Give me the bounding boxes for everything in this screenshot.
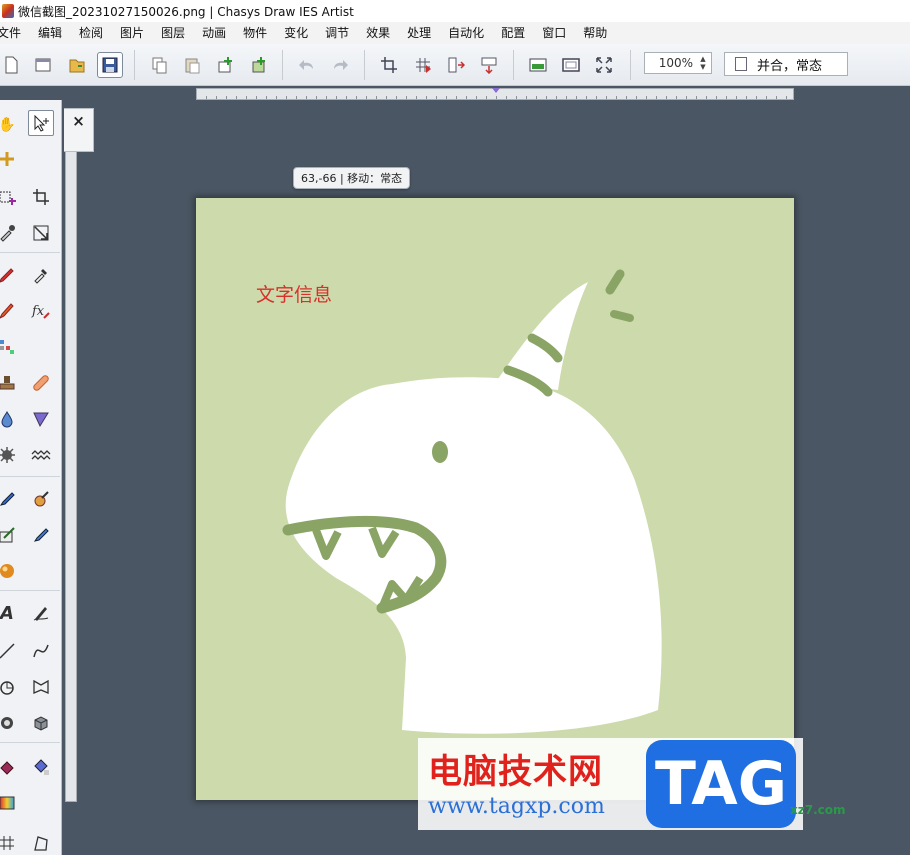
splat-icon[interactable]	[0, 442, 20, 468]
drop-icon[interactable]	[0, 406, 20, 432]
frame-icon[interactable]	[558, 52, 584, 78]
image-icon[interactable]	[525, 52, 551, 78]
panel-close-button[interactable]: ×	[64, 108, 94, 152]
watermark-tag-logo: TAG	[646, 740, 796, 828]
menu-bar: 文件 编辑 检阅 图片 图层 动画 物件 变化 调节 效果 处理 自动化 配置 …	[0, 22, 910, 44]
move-icon[interactable]	[28, 110, 54, 136]
document-icon	[735, 57, 747, 71]
tool-palette: ✋ fx A	[0, 100, 62, 855]
copy-icon[interactable]	[146, 52, 172, 78]
menu-window[interactable]: 窗口	[533, 22, 574, 44]
stamp-icon[interactable]	[0, 370, 20, 396]
menu-effects[interactable]: 效果	[357, 22, 398, 44]
fill-icon[interactable]	[0, 754, 20, 780]
watermark-url: www.tagxp.com	[428, 794, 605, 819]
save-icon[interactable]	[97, 52, 123, 78]
sphere-icon[interactable]	[0, 558, 20, 584]
pixel-icon[interactable]	[0, 334, 20, 360]
calligraphy-icon[interactable]	[28, 600, 54, 626]
menu-review[interactable]: 检阅	[70, 22, 111, 44]
warp-icon[interactable]	[28, 674, 54, 700]
paste-icon[interactable]	[179, 52, 205, 78]
crop-icon[interactable]	[376, 52, 402, 78]
zoom-stepper[interactable]: ▲ ▼	[697, 55, 709, 71]
blend-mode-label: 并合，常态	[757, 58, 823, 74]
open-folder-icon[interactable]	[64, 52, 90, 78]
circle-tool-icon[interactable]	[0, 674, 20, 700]
gradient-icon[interactable]	[0, 790, 20, 816]
new-file-icon[interactable]	[0, 52, 24, 78]
dropper-icon[interactable]	[28, 262, 54, 288]
menu-edit[interactable]: 编辑	[29, 22, 70, 44]
menu-layer[interactable]: 图层	[152, 22, 193, 44]
bandage-icon[interactable]	[28, 370, 54, 396]
zoom-down-icon[interactable]: ▼	[697, 63, 709, 71]
menu-animation[interactable]: 动画	[193, 22, 234, 44]
menu-transform[interactable]: 变化	[275, 22, 316, 44]
ruler-marker-icon	[492, 88, 500, 93]
window-title: 微信截图_20231027150026.png | Chasys Draw IE…	[18, 4, 354, 19]
add-layer-alt-icon[interactable]	[245, 52, 271, 78]
paintbrush-icon[interactable]	[0, 486, 20, 512]
merge-icon[interactable]	[476, 52, 502, 78]
open-window-icon[interactable]	[30, 52, 56, 78]
menu-adjust[interactable]: 调节	[316, 22, 357, 44]
hand-icon[interactable]: ✋	[0, 112, 20, 138]
status-tooltip: 63,-66 | 移动：常态	[293, 167, 411, 189]
zoom-up-icon[interactable]: ▲	[697, 55, 709, 63]
crop-tool-icon[interactable]	[28, 184, 54, 210]
pen-icon[interactable]	[28, 522, 54, 548]
plus-icon[interactable]	[0, 146, 20, 172]
eyedropper-icon[interactable]	[0, 220, 20, 246]
title-bar: 微信截图_20231027150026.png | Chasys Draw IE…	[0, 0, 910, 22]
svg-text:fx: fx	[31, 304, 45, 319]
vertical-ruler	[65, 150, 77, 802]
pen-card-icon[interactable]	[0, 522, 20, 548]
fullscreen-icon[interactable]	[591, 52, 617, 78]
menu-image[interactable]: 图片	[111, 22, 152, 44]
menu-file[interactable]: 文件	[0, 22, 29, 44]
line-icon[interactable]	[0, 638, 20, 664]
watermark-corner-text: xz7.com	[790, 803, 846, 817]
watermark: 电脑技术网 www.tagxp.com TAG	[418, 738, 803, 830]
add-layer-icon[interactable]	[212, 52, 238, 78]
watermark-site-name: 电脑技术网	[428, 752, 603, 792]
curve-icon[interactable]	[28, 638, 54, 664]
grid-tool-icon[interactable]	[0, 830, 20, 855]
ring-icon[interactable]	[0, 710, 20, 736]
undo-icon[interactable]	[294, 52, 320, 78]
triangle-icon[interactable]	[28, 406, 54, 432]
menu-help[interactable]: 帮助	[574, 22, 615, 44]
blend-mode-select[interactable]: 并合，常态	[724, 52, 848, 76]
image-canvas[interactable]: 文字信息	[196, 198, 794, 800]
zoom-value: 100%	[658, 56, 693, 70]
bucket-icon[interactable]	[28, 754, 54, 780]
redo-icon[interactable]	[327, 52, 353, 78]
perspective-icon[interactable]	[28, 830, 54, 855]
menu-automation[interactable]: 自动化	[439, 22, 492, 44]
transform-icon[interactable]	[28, 220, 54, 246]
status-text: 63,-66 | 移动：常态	[301, 172, 403, 185]
grid-icon[interactable]	[410, 52, 436, 78]
select-rect-icon[interactable]	[0, 184, 20, 210]
brush-icon[interactable]	[0, 298, 20, 324]
canvas-text-layer[interactable]: 文字信息	[256, 280, 332, 307]
mixer-icon[interactable]	[28, 486, 54, 512]
menu-object[interactable]: 物件	[234, 22, 275, 44]
app-icon	[2, 4, 14, 18]
split-icon[interactable]	[443, 52, 469, 78]
fx-icon[interactable]: fx	[28, 298, 54, 324]
zoom-input[interactable]: 100% ▲ ▼	[644, 52, 712, 74]
wave-icon[interactable]	[28, 442, 54, 468]
pencil-icon[interactable]	[0, 262, 20, 288]
cube-icon[interactable]	[28, 710, 54, 736]
text-icon[interactable]: A	[0, 600, 20, 626]
menu-config[interactable]: 配置	[492, 22, 533, 44]
menu-process[interactable]: 处理	[398, 22, 439, 44]
